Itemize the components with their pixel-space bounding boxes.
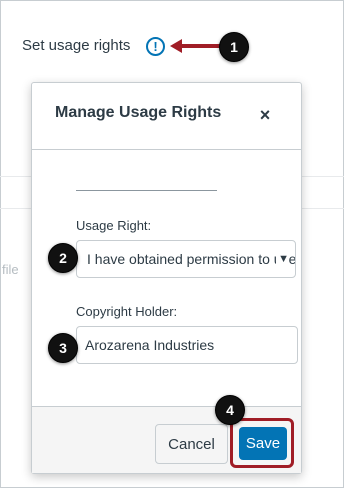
usage-rights-label: Set usage rights <box>22 37 131 54</box>
usage-right-label: Usage Right: <box>76 218 152 233</box>
save-button[interactable]: Save <box>239 427 287 460</box>
background-divider <box>0 208 31 209</box>
usage-rights-row: Set usage rights <box>22 37 130 54</box>
background-faded-text: file <box>2 262 19 277</box>
background-divider <box>302 176 344 177</box>
copyright-holder-value: Arozarena Industries <box>85 337 215 353</box>
arrow-left-icon <box>170 39 221 53</box>
cancel-button[interactable]: Cancel <box>155 424 228 464</box>
chevron-down-icon: ▼ <box>276 253 289 265</box>
save-button-highlight: Save <box>230 418 294 468</box>
callout-marker-3: 3 <box>48 333 78 363</box>
close-icon[interactable]: × <box>257 105 273 125</box>
dialog-header: Manage Usage Rights × <box>32 83 301 150</box>
dialog-title: Manage Usage Rights <box>55 104 222 121</box>
callout-marker-1: 1 <box>219 32 249 62</box>
usage-right-select[interactable]: I have obtained permission to use this f… <box>76 240 296 278</box>
warning-icon[interactable]: ! <box>146 37 165 56</box>
copyright-holder-label: Copyright Holder: <box>76 304 178 319</box>
callout-marker-4: 4 <box>215 395 245 425</box>
dialog-footer: Cancel Save <box>32 406 301 473</box>
background-divider <box>0 176 31 177</box>
manage-usage-rights-dialog: Manage Usage Rights × Usage Right: I hav… <box>31 82 302 474</box>
usage-right-selected-value: I have obtained permission to use this f… <box>87 251 295 267</box>
background-divider <box>302 208 344 209</box>
field-divider <box>76 190 217 191</box>
callout-marker-2: 2 <box>48 243 78 273</box>
copyright-holder-input[interactable]: Arozarena Industries <box>76 326 298 364</box>
